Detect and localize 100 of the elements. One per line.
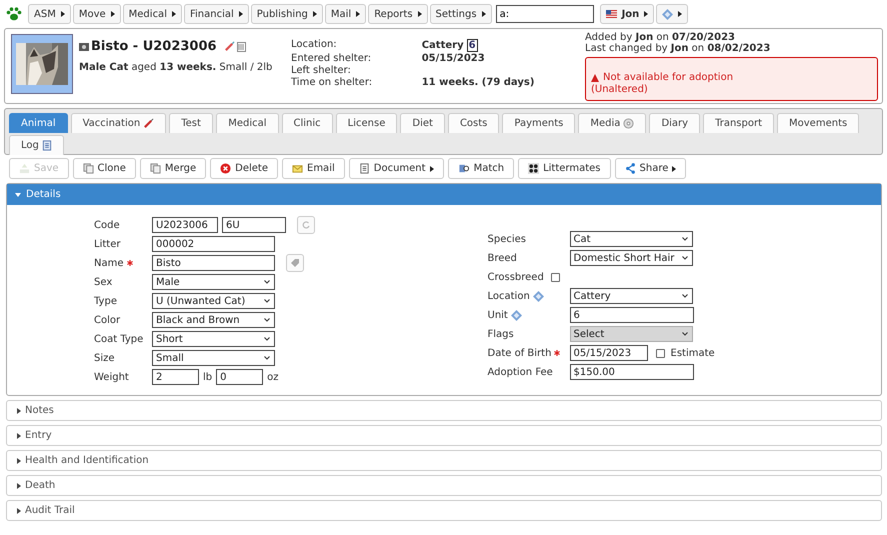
chevron-icon	[264, 356, 270, 360]
toolbar-button[interactable]: Merge	[140, 158, 206, 179]
caret-icon	[678, 11, 682, 17]
chevron-icon	[682, 294, 688, 298]
chevron-icon	[682, 237, 688, 241]
lookup-menu[interactable]	[656, 4, 688, 24]
tab[interactable]: Medical	[216, 113, 279, 133]
tab[interactable]: Test	[169, 113, 214, 133]
document-icon	[358, 163, 370, 174]
caret-icon	[644, 11, 648, 17]
section-header[interactable]: Notes	[6, 400, 882, 421]
input-field[interactable]: U2023006	[152, 217, 218, 233]
search-field[interactable]: a:	[496, 5, 594, 23]
caret-icon	[238, 11, 243, 17]
toolbar-button[interactable]: Littermates	[518, 158, 611, 179]
refresh-icon	[302, 221, 310, 229]
field-label: Adoption Fee	[488, 366, 553, 378]
toolbar-button[interactable]: Match	[448, 158, 514, 179]
section-header[interactable]: Audit Trail	[6, 500, 882, 521]
tab[interactable]: Media	[578, 113, 646, 133]
field-label: Weight	[94, 372, 129, 382]
checkbox[interactable]	[550, 272, 560, 282]
caret-icon	[60, 11, 65, 17]
dropdown[interactable]: Short	[152, 331, 275, 347]
chevron-icon	[682, 256, 688, 260]
audit-line: Last changed by Jon on 08/02/2023	[585, 43, 772, 54]
section-header[interactable]: Death	[6, 475, 882, 496]
tab[interactable]: Movements	[777, 113, 860, 133]
tab[interactable]: License	[336, 113, 398, 133]
tab[interactable]: Clinic	[282, 113, 333, 133]
tag-icon	[291, 259, 299, 267]
menu-button[interactable]: Move	[72, 4, 121, 24]
info-label: Time on shelter:	[291, 77, 374, 88]
checkbox[interactable]	[656, 348, 664, 358]
menu-button[interactable]: Financial	[184, 4, 249, 24]
dropdown[interactable]: Cattery	[570, 288, 692, 304]
section-header[interactable]: Entry	[6, 425, 882, 446]
dropdown[interactable]: Domestic Short Hair	[570, 250, 692, 266]
dropdown[interactable]: Select	[570, 326, 692, 342]
dropdown[interactable]: Cat	[570, 231, 692, 247]
caret-icon	[17, 432, 21, 438]
input-field[interactable]: 6U	[222, 217, 286, 233]
unit-label: oz	[267, 372, 279, 382]
tab[interactable]: Animal	[9, 113, 68, 133]
caret-icon	[17, 458, 21, 464]
field-label: Date of Birth	[488, 348, 552, 358]
date-field[interactable]: 05/15/2023	[570, 345, 648, 361]
caret-icon	[418, 11, 422, 17]
envelope-icon	[292, 163, 303, 174]
input-field[interactable]: $150.00	[570, 364, 694, 380]
tab[interactable]: Payments	[502, 113, 576, 133]
tab[interactable]: Transport	[703, 113, 774, 133]
paws-icon	[528, 163, 540, 174]
paw-logo[interactable]	[6, 7, 22, 21]
caret-icon	[17, 482, 21, 488]
unit-number: 6	[466, 39, 478, 52]
field-label: Litter	[94, 238, 120, 250]
caret-icon	[312, 11, 317, 17]
syringe-icon	[143, 118, 154, 129]
field-label: Crossbreed	[488, 272, 544, 282]
menu-button[interactable]: ASM	[28, 4, 71, 24]
audit-line: Added by Jon on 07/20/2023	[585, 32, 736, 43]
caret-icon	[17, 508, 21, 514]
dropdown[interactable]: Male	[152, 274, 275, 290]
user-menu[interactable]: Jon	[600, 4, 654, 24]
share-icon	[624, 163, 636, 174]
tab[interactable]: Vaccination	[70, 113, 166, 133]
menu-button[interactable]: Publishing	[250, 4, 323, 24]
menu-button[interactable]: Settings	[430, 4, 492, 24]
info-label: Location:	[291, 39, 338, 52]
alert-text: Not available for adoption	[603, 72, 734, 84]
info-value: Cattery	[422, 40, 464, 51]
toolbar-button[interactable]: Document	[348, 158, 444, 179]
field-label: Sex	[94, 276, 112, 288]
input-field[interactable]: Bisto	[152, 255, 275, 271]
menu-button[interactable]: Medical	[122, 4, 182, 24]
toolbar-button[interactable]: Clone	[72, 158, 136, 179]
menu-button[interactable]: Reports	[368, 4, 428, 24]
input-field[interactable]: 000002	[152, 236, 275, 252]
input-field[interactable]: 0	[216, 369, 264, 385]
animal-name: Bisto - U2023006	[91, 39, 217, 54]
input-field[interactable]: 6	[570, 307, 694, 323]
dropdown[interactable]: Small	[152, 350, 275, 366]
toolbar-button[interactable]: Email	[282, 158, 345, 179]
toolbar-button[interactable]: Delete	[210, 158, 278, 179]
tab[interactable]: Diet	[400, 113, 445, 133]
warning-icon	[591, 74, 599, 82]
toolbar-button[interactable]: Share	[614, 158, 686, 179]
dropdown[interactable]: U (Unwanted Cat)	[152, 293, 275, 309]
tab[interactable]: Diary	[649, 113, 700, 133]
field-label: Unit	[488, 310, 508, 320]
menu-button[interactable]: Mail	[324, 4, 366, 24]
section-header[interactable]: Details	[7, 184, 881, 205]
dropdown[interactable]: Black and Brown	[152, 312, 275, 328]
copy-icon	[82, 163, 94, 174]
input-field[interactable]: 2	[152, 369, 199, 385]
section-header[interactable]: Health and Identification	[6, 450, 882, 471]
chevron-icon	[682, 332, 688, 336]
tab[interactable]: Costs	[448, 113, 500, 133]
tab[interactable]: Log	[9, 135, 64, 155]
